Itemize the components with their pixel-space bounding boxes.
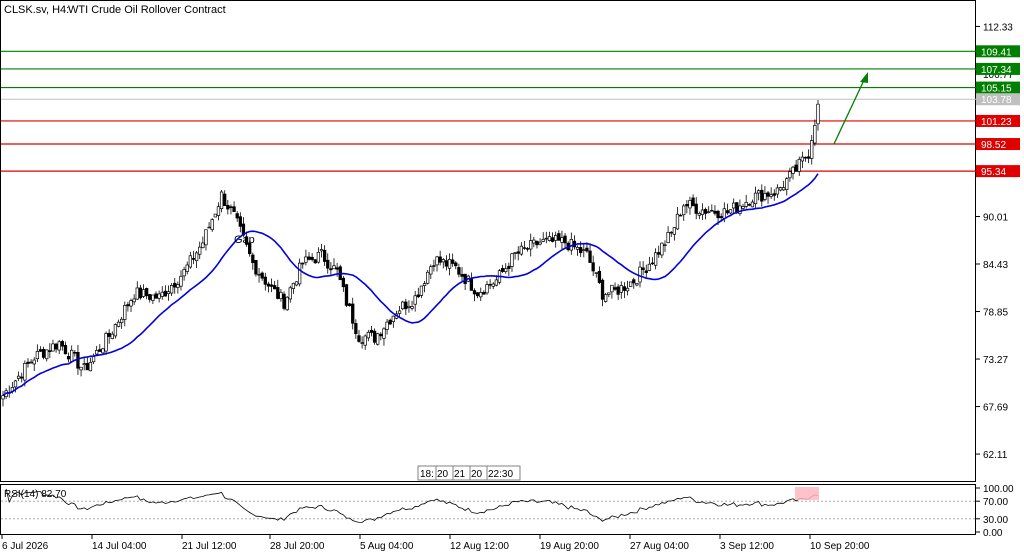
candle — [372, 328, 377, 345]
time-tick-label: 19 Aug 20:00 — [540, 541, 599, 552]
rsi-overbought-highlight — [795, 487, 819, 500]
rsi-label: RSI(14) 82.70 — [4, 489, 67, 500]
price-tick-label: 90.01 — [983, 212, 1008, 223]
candle — [219, 190, 224, 213]
price-tick-label: 62.11 — [983, 450, 1008, 461]
current-price-label: 103.78 — [981, 95, 1012, 106]
rsi-tick-label: 100.00 — [983, 484, 1014, 495]
candle — [285, 295, 289, 311]
price-tick-label: 112.33 — [983, 22, 1013, 33]
time-tick-label: 14 Jul 04:00 — [92, 541, 147, 552]
level-label: 95.34 — [981, 167, 1006, 178]
scroll-box-item[interactable]: 21 — [454, 469, 466, 480]
candle — [254, 260, 258, 277]
symbol-description: WTI Crude Oil Rollover Contract — [68, 4, 226, 16]
level-label: 105.15 — [981, 84, 1012, 95]
candle — [628, 281, 633, 287]
time-tick-label: 6 Jul 2026 — [2, 541, 49, 552]
time-tick-label: 5 Aug 04:00 — [360, 541, 414, 552]
candle — [376, 332, 380, 346]
candle — [213, 213, 217, 218]
candle — [210, 218, 214, 232]
candle — [604, 292, 608, 303]
time-axis: 6 Jul 2026 14 Jul 04:00 21 Jul 12:00 28 Jul… — [1, 535, 870, 552]
scroll-box-item[interactable]: 20 — [471, 469, 483, 480]
candle — [282, 291, 286, 311]
time-tick-label: 27 Aug 04:00 — [630, 541, 689, 552]
level-label: 107.34 — [981, 65, 1012, 76]
level-label: 98.52 — [981, 140, 1006, 151]
rsi-tick-label: 0.00 — [983, 528, 1003, 539]
time-tick-label: 12 Aug 12:00 — [450, 541, 509, 552]
price-tick-label: 78.85 — [983, 308, 1008, 319]
time-scroll-box[interactable]: 18: 20 21 20 22:30 — [417, 465, 521, 481]
level-label: 109.41 — [981, 47, 1012, 58]
scroll-box-item[interactable]: 18: — [420, 469, 434, 480]
time-tick-label: 10 Sep 20:00 — [810, 541, 870, 552]
candle — [113, 323, 118, 339]
time-tick-label: 21 Jul 12:00 — [182, 541, 237, 552]
main-chart-frame — [0, 0, 976, 482]
chart-window[interactable]: 112.33106.77101.2395.6790.0184.4378.8573… — [0, 0, 1024, 554]
symbol-label: CLSK.sv, H4: — [4, 4, 69, 16]
scroll-box-item[interactable]: 22:30 — [488, 469, 513, 480]
price-tick-label: 84.43 — [983, 260, 1008, 271]
candle — [104, 331, 108, 355]
candle — [344, 283, 349, 308]
scroll-box-item[interactable]: 20 — [437, 469, 449, 480]
candle — [426, 269, 430, 285]
rsi-tick-label: 30.00 — [983, 515, 1008, 526]
candle — [338, 264, 342, 281]
candle — [313, 259, 317, 264]
price-chart[interactable]: 112.33106.77101.2395.6790.0184.4378.8573… — [0, 0, 1024, 554]
time-tick-label: 3 Sep 12:00 — [720, 541, 774, 552]
price-tick-label: 73.27 — [983, 355, 1008, 366]
level-label: 101.23 — [981, 117, 1012, 128]
candle — [401, 300, 405, 311]
rsi-tick-label: 70.00 — [983, 497, 1008, 508]
level-labels: 109.41 107.34 105.15 101.23 98.52 95.34 103.78 — [976, 45, 1020, 178]
price-tick-label: 67.69 — [983, 403, 1008, 414]
gap-annotation: Gap — [234, 234, 255, 246]
time-tick-label: 28 Jul 20:00 — [270, 541, 325, 552]
